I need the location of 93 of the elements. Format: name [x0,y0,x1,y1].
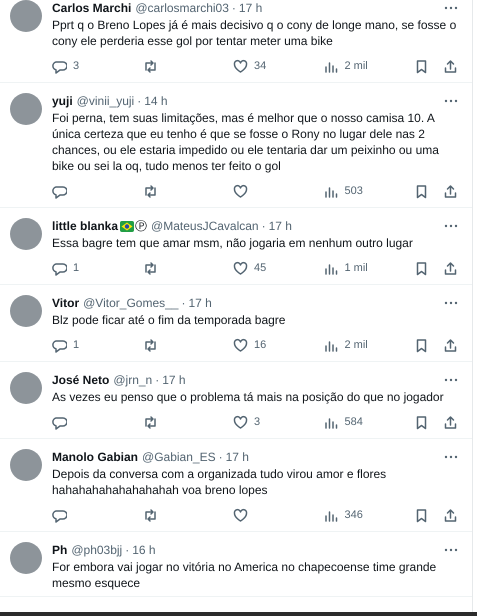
user-name[interactable]: Vitor [52,294,80,312]
bookmark-icon[interactable] [414,414,429,430]
user-handle: @jrn_n [113,372,152,389]
bookmark-icon[interactable] [414,508,429,522]
reply-icon[interactable] [52,338,67,352]
view-count: 2 mil [344,338,368,353]
post-time: 17 h [268,218,292,235]
more-icon[interactable] [444,378,458,382]
user-name[interactable]: little blanka [52,217,118,235]
bookmark-icon[interactable] [414,58,429,74]
heart-icon[interactable] [233,58,248,74]
separator-dot: · [232,0,236,17]
avatar-placeholder [10,542,42,574]
reply-text: Foi perna, tem suas limitações, mas é melhor que o nosso camisa 10. A única certeza que eu tenho é que se fosse o Rony no lugar dele nas 2 chances, ou ele estaria impedido ou ele tentaria dar um peixinho ou uma bike ou sei la oq, tudo menos ter feito o gol [52,110,440,174]
reply-text: Essa bagre tem que amar msm, não jogaria em nenhum outro lugar [52,235,414,251]
reply-icon[interactable] [52,414,67,430]
view-count: 584 [344,414,363,430]
reply-count: 1 [73,260,80,276]
avatar-placeholder [10,0,42,32]
reply-text: Blz pode ficar até o fim da temporada bagre [52,312,286,328]
like-count: 16 [254,338,266,353]
reply-icon[interactable] [52,184,67,198]
share-icon[interactable] [443,260,458,276]
user-name[interactable]: Ph [52,541,68,559]
user-handle: @Gabian_ES [142,449,216,466]
user-handle: @Vitor_Gomes__ [83,295,178,312]
post-time: 17 h [238,0,262,17]
share-icon[interactable] [443,508,458,522]
bookmark-icon[interactable] [414,184,429,198]
post-time: 16 h [132,542,156,559]
view-count: 1 mil [344,260,368,276]
avatar-placeholder [10,93,42,125]
reply-count: 3 [73,58,80,74]
separator-dot: · [155,372,160,389]
view-count: 346 [344,508,363,523]
reply-count: 1 [73,338,80,353]
user-handle: @MateusJCavalcan [151,218,259,235]
user-handle: @ph03bjj [71,542,122,559]
reply-icon[interactable] [52,58,67,74]
heart-icon[interactable] [233,414,248,430]
user-handle: @carlosmarchi03 [135,0,229,17]
name-symbol: Ⓟ [135,218,148,235]
user-handle: @vinii_yuji [76,93,134,110]
share-icon[interactable] [443,184,458,198]
view-count: 503 [344,184,363,199]
like-count: 3 [254,414,260,430]
repost-icon[interactable] [142,184,158,198]
heart-icon[interactable] [233,508,248,522]
reply-text: As vezes eu penso que o problema tá mais na posição do que no jogador [52,389,445,405]
avatar-placeholder [10,372,42,404]
share-icon[interactable] [443,338,458,352]
repost-icon[interactable] [142,508,158,522]
share-icon[interactable] [443,58,458,74]
more-icon[interactable] [444,548,458,552]
post-time: 17 h [188,295,212,312]
post-time: 17 h [162,372,186,389]
more-icon[interactable] [444,99,458,103]
avatar-placeholder [10,218,42,250]
reply-text: Pprt q o Breno Lopes já é mais decisivo q o cony de longe mano, se fosse o cony ele perderia esse gol por tentar meter uma bike [52,17,458,49]
post-time: 14 h [144,93,168,110]
view-count: 2 mil [344,58,368,74]
share-icon[interactable] [443,414,458,430]
user-name[interactable]: yuji [52,92,73,110]
more-icon[interactable] [444,301,458,305]
user-name[interactable]: Manolo Gabian [52,448,138,466]
separator-dot: · [137,93,142,110]
user-name[interactable]: Carlos Marchi [52,0,132,17]
separator-dot: · [181,295,186,312]
user-name[interactable]: José Neto [52,371,110,389]
heart-icon[interactable] [233,260,248,276]
heart-icon[interactable] [233,184,248,198]
repost-icon[interactable] [142,260,158,276]
separator-dot: · [125,542,130,559]
reply-text: Depois da conversa com a organizada tudo virou amor e flores hahahahahahahahahah voa breno lopes [52,466,388,498]
separator-dot: · [218,449,223,466]
repost-icon[interactable] [142,58,158,74]
heart-icon[interactable] [233,338,248,352]
like-count: 34 [254,58,266,74]
separator-dot: · [262,218,266,235]
repost-icon[interactable] [142,338,158,352]
repost-icon[interactable] [142,414,158,430]
post-time: 17 h [226,449,249,466]
bookmark-icon[interactable] [414,260,429,276]
reply-text: For embora vai jogar no vitória no America no chapecoense time grande mesmo esquece [52,559,438,591]
more-icon[interactable] [444,224,458,228]
reply-icon[interactable] [52,508,67,522]
more-icon[interactable] [444,6,458,10]
avatar-placeholder [10,295,42,327]
more-icon[interactable] [444,455,458,459]
bookmark-icon[interactable] [414,338,429,352]
reply-icon[interactable] [52,260,67,276]
like-count: 45 [254,260,266,276]
avatar-placeholder [10,449,42,481]
